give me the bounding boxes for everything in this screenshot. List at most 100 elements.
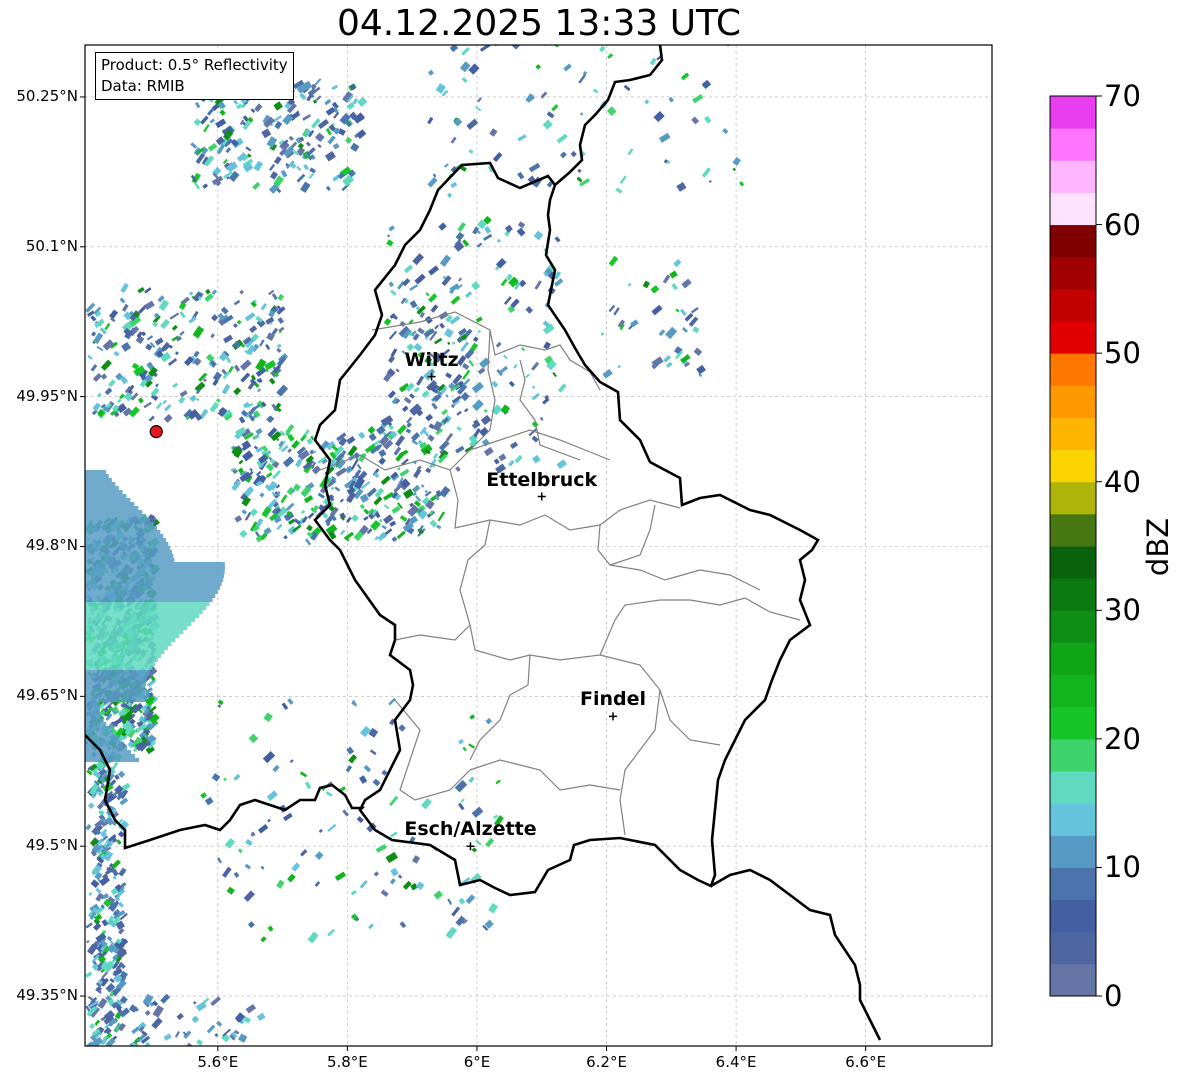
colorbar-tick-label-6: 60 — [1104, 207, 1141, 242]
radar-echo-2304 — [85, 486, 119, 490]
colorbar-segment-3 — [1050, 867, 1096, 901]
lon-tick-label-5: 6.6°E — [845, 1053, 887, 1071]
radar-echo-2309 — [85, 506, 139, 510]
radar-echo-2335 — [85, 610, 203, 614]
radar-echo-2362 — [85, 718, 104, 722]
radar-echo-2307 — [85, 498, 131, 502]
radar-echo-2322 — [85, 558, 175, 562]
colorbar-segment-26 — [1050, 128, 1096, 161]
radar-echo-2327 — [85, 578, 224, 582]
colorbar-segment-13 — [1050, 546, 1096, 579]
colorbar-segment-18 — [1050, 385, 1096, 418]
radar-echo-2326 — [85, 574, 225, 578]
radar-echo-2306 — [85, 494, 127, 498]
colorbar-segment-27 — [1050, 96, 1096, 129]
colorbar-segment-15 — [1050, 481, 1096, 515]
colorbar-segment-11 — [1050, 610, 1096, 643]
colorbar-segment-9 — [1050, 674, 1096, 708]
colorbar-segment-6 — [1050, 771, 1096, 804]
colorbar-segment-17 — [1050, 417, 1096, 451]
map-canvas — [80, 44, 1102, 1051]
lat-tick-label-5: 49.5°N — [25, 836, 78, 855]
radar-map-figure: 04.12.2025 13:33 UTC Product: 0.5° Refle… — [0, 0, 1184, 1081]
radar-echo-2354 — [85, 686, 146, 690]
radar-echo-2352 — [85, 678, 148, 682]
lon-tick-label-0: 5.6°E — [197, 1053, 239, 1071]
radar-echo-2356 — [85, 694, 146, 698]
colorbar-segment-4 — [1050, 835, 1096, 868]
radar-echo-2315 — [85, 530, 161, 534]
radar-echo-2370 — [85, 750, 131, 754]
colorbar-tick-label-5: 50 — [1104, 336, 1141, 371]
colorbar-segment-24 — [1050, 192, 1096, 226]
colorbar-segment-10 — [1050, 642, 1096, 676]
radar-echo-2333 — [85, 602, 210, 606]
product-label: Product: 0.5° Reflectivity — [101, 56, 288, 74]
lat-tick-label-4: 49.65°N — [16, 686, 78, 705]
radar-echo-2314 — [85, 526, 157, 530]
colorbar-segment-22 — [1050, 256, 1096, 290]
radar-echo-2346 — [85, 654, 161, 658]
colorbar-tick-label-7: 70 — [1104, 79, 1141, 113]
colorbar-segment-7 — [1050, 738, 1096, 772]
radar-echo-2368 — [85, 742, 124, 746]
colorbar-segment-12 — [1050, 578, 1096, 611]
radar-echo-2332 — [85, 598, 213, 602]
colorbar-segment-1 — [1050, 931, 1096, 965]
radar-echo-2342 — [85, 638, 176, 642]
radar-echo-2338 — [85, 622, 192, 626]
radar-echo-2334 — [85, 606, 207, 610]
colorbar-segment-5 — [1050, 803, 1096, 836]
lon-tick-label-3: 6.2°E — [586, 1053, 627, 1071]
radar-echo-2364 — [85, 726, 110, 730]
radar-echo-2336 — [85, 614, 199, 618]
map-background — [85, 45, 992, 1046]
data-source-label: Data: RMIB — [101, 77, 185, 95]
lat-tick-label-0: 50.25°N — [16, 86, 78, 105]
radar-echo-2345 — [85, 650, 165, 654]
colorbar-segment-21 — [1050, 288, 1096, 322]
radar-echo-2339 — [85, 626, 188, 630]
radar-echo-2310 — [85, 510, 143, 514]
colorbar-tick-label-2: 20 — [1104, 721, 1141, 756]
colorbar-tick-label-1: 10 — [1104, 850, 1141, 885]
radar-site-marker — [149, 425, 163, 439]
radar-echo-2372 — [85, 758, 139, 762]
radar-echo-2363 — [85, 722, 107, 726]
radar-echo-2371 — [85, 754, 135, 758]
colorbar-segment-23 — [1050, 224, 1096, 258]
city-label-1: Ettelbruck — [486, 468, 598, 491]
radar-echo-2340 — [85, 630, 184, 634]
radar-echo-2302 — [85, 478, 112, 482]
radar-echo-2318 — [85, 542, 169, 546]
colorbar-segment-8 — [1050, 706, 1096, 740]
lat-tick-label-3: 49.8°N — [25, 536, 78, 555]
radar-echo-2301 — [85, 474, 109, 478]
radar-echo-2330 — [85, 590, 218, 594]
colorbar-label: dBZ — [1141, 517, 1175, 577]
radar-echo-2320 — [85, 550, 172, 554]
colorbar-segment-14 — [1050, 513, 1096, 547]
colorbar-segment-0 — [1050, 963, 1096, 997]
radar-echo-2349 — [85, 666, 153, 670]
radar-echo-2359 — [85, 706, 100, 710]
radar-echo-2313 — [85, 522, 154, 526]
radar-echo-2325 — [85, 570, 225, 574]
colorbar-segment-19 — [1050, 353, 1096, 386]
colorbar-tick-label-3: 30 — [1104, 593, 1141, 628]
colorbar-tick-label-0: 0 — [1104, 979, 1123, 1013]
radar-echo-2316 — [85, 534, 164, 538]
radar-echo-2303 — [85, 482, 116, 486]
radar-echo-2343 — [85, 642, 172, 646]
radar-echo-2341 — [85, 634, 180, 638]
radar-echo-2319 — [85, 546, 171, 550]
radar-echo-2355 — [85, 690, 145, 694]
radar-echo-2360 — [85, 710, 100, 714]
radar-echo-2365 — [85, 730, 113, 734]
radar-echo-2308 — [85, 502, 135, 506]
city-label-0: Wiltz — [404, 348, 459, 371]
radar-echo-2348 — [85, 662, 156, 666]
radar-echo-2328 — [85, 582, 222, 586]
radar-echo-2344 — [85, 646, 168, 650]
radar-echo-2331 — [85, 594, 216, 598]
